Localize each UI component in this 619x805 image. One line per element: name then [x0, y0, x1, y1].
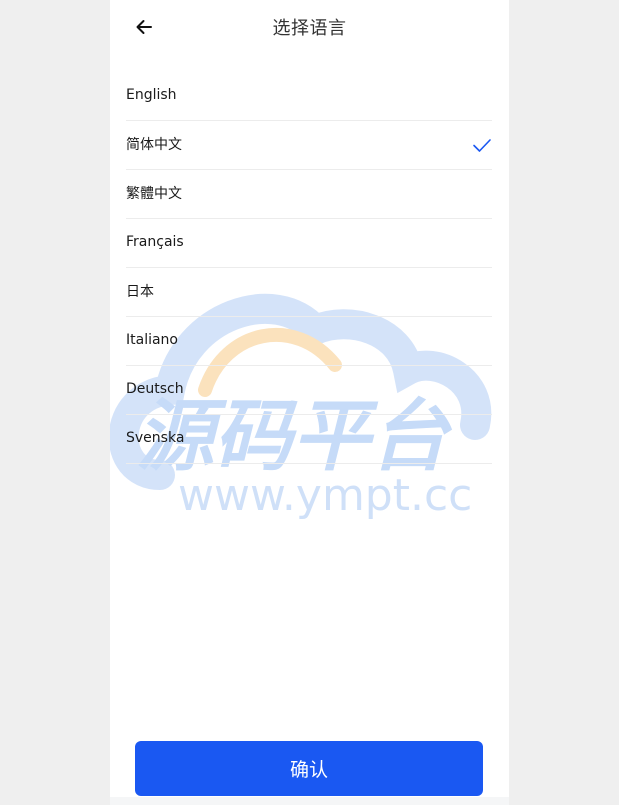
bottom-bar: [110, 797, 509, 805]
language-option-label: English: [126, 86, 177, 103]
language-option-label: 简体中文: [126, 136, 182, 153]
language-option-label: Deutsch: [126, 380, 184, 397]
language-option-label: 繁體中文: [126, 185, 182, 202]
language-option[interactable]: Deutsch: [126, 366, 492, 415]
language-option[interactable]: English: [126, 72, 492, 121]
language-screen: 选择语言 源码平台 www.ympt.cc English 简体中文 繁體中文 Fra…: [110, 0, 509, 805]
confirm-button[interactable]: 确认: [135, 741, 483, 796]
page-title: 选择语言: [272, 18, 347, 39]
language-list: English 简体中文繁體中文 Français 日本 Italiano Deutsch…: [126, 72, 492, 464]
language-option-label: Italiano: [126, 331, 178, 348]
language-option[interactable]: Italiano: [126, 317, 492, 366]
check-icon: [473, 139, 491, 152]
language-option-label: Français: [126, 233, 184, 250]
language-option[interactable]: 日本: [126, 268, 492, 317]
watermark-url: www.ympt.cc: [178, 470, 472, 521]
language-option[interactable]: 繁體中文: [126, 170, 492, 219]
language-option-label: 日本: [126, 283, 154, 300]
language-option-label: Svenska: [126, 429, 185, 446]
header: 选择语言: [110, 0, 509, 56]
language-option[interactable]: Français: [126, 219, 492, 268]
language-option[interactable]: Svenska: [126, 415, 492, 464]
language-option[interactable]: 简体中文: [126, 121, 492, 170]
